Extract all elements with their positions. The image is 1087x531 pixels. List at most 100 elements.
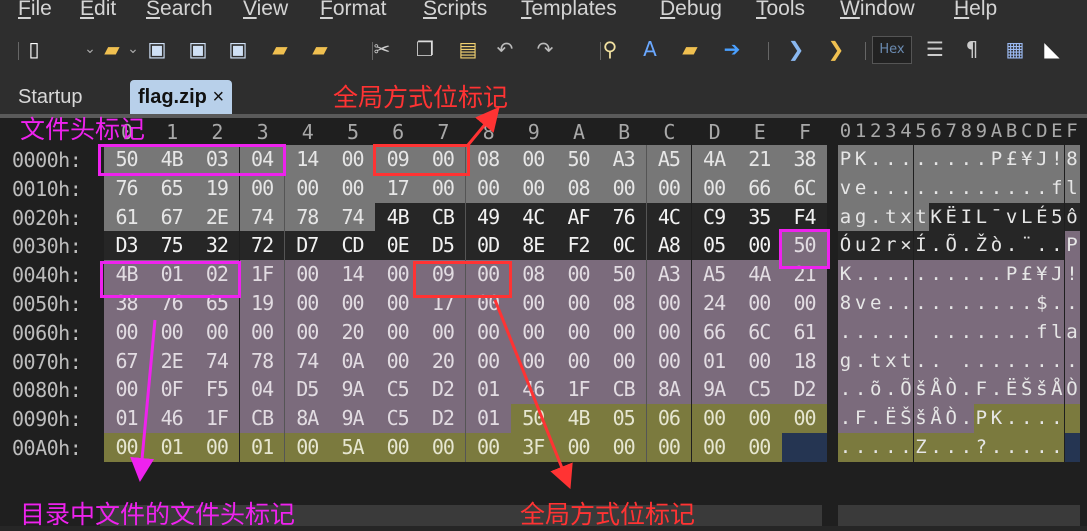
hex-byte[interactable]: 6C [782, 173, 827, 203]
hex-byte[interactable]: 00 [465, 173, 511, 203]
hex-byte[interactable]: 32 [194, 231, 240, 261]
hex-byte[interactable]: 21 [736, 145, 782, 174]
menu-templates[interactable]: Templates [521, 0, 617, 21]
hex-byte[interactable]: 00 [646, 289, 692, 318]
hex-byte[interactable]: 8A [284, 404, 330, 434]
hex-byte[interactable]: C5 [375, 375, 421, 405]
hex-byte[interactable]: C9 [691, 202, 737, 232]
find-icon[interactable]: ⚲ [598, 36, 622, 62]
hex-byte[interactable]: 14 [330, 260, 375, 290]
chevron-down-icon[interactable]: ⌄ [83, 36, 97, 62]
hex-byte[interactable]: 00 [646, 317, 692, 347]
hex-byte[interactable]: 18 [782, 346, 827, 376]
hex-editor[interactable]: 0 1 2 3 4 5 6 7 8 9 A B C D E F 0123456789ABCDEF 0000h: 50… [0, 118, 1087, 526]
hex-byte[interactable]: 61 [104, 202, 149, 232]
hex-byte[interactable]: 02 [194, 260, 240, 290]
hex-byte[interactable]: 19 [239, 289, 285, 318]
save-icon[interactable]: ▣ [145, 36, 169, 62]
hex-byte[interactable]: D3 [104, 231, 149, 261]
hex-byte[interactable]: 50 [510, 404, 556, 434]
hex-byte[interactable]: 9A [330, 404, 375, 434]
hex-byte[interactable]: 0A [330, 346, 375, 376]
ascii-row-text[interactable]: g.txt.. ........ [838, 347, 1081, 376]
hex-byte[interactable]: AF [556, 202, 601, 232]
paste-icon[interactable]: ▤ [456, 36, 480, 62]
hex-byte[interactable]: 08 [601, 289, 647, 318]
hex-byte[interactable]: 76 [104, 173, 149, 203]
hex-byte[interactable]: C5 [375, 404, 421, 434]
hex-byte[interactable]: 00 [601, 173, 647, 203]
hex-byte[interactable]: 72 [239, 231, 285, 261]
hex-byte[interactable]: 00 [104, 317, 149, 347]
hex-byte[interactable]: 00 [330, 145, 375, 174]
hex-byte[interactable]: 00 [284, 433, 330, 462]
hex-byte[interactable]: 00 [420, 433, 466, 462]
hex-byte[interactable]: D7 [284, 231, 330, 261]
hex-byte[interactable]: 01 [465, 375, 511, 405]
hex-byte[interactable]: 00 [601, 433, 647, 462]
open-multiple-icon[interactable]: ▰ [308, 36, 332, 62]
hex-byte[interactable]: 17 [375, 173, 421, 203]
tab-startup[interactable]: Startup [10, 80, 90, 114]
hex-byte[interactable]: 00 [510, 173, 556, 203]
hex-byte[interactable]: 2E [149, 346, 195, 376]
hex-byte[interactable]: CB [601, 375, 647, 405]
hex-byte[interactable]: 00 [556, 317, 601, 347]
hex-byte[interactable]: 00 [104, 375, 149, 405]
ascii-row-text[interactable]: Óu2r×Í.Õ.Žò.¨..P [838, 231, 1081, 260]
run-script-icon[interactable]: ❯ [784, 36, 808, 62]
hex-byte[interactable]: 00 [420, 145, 466, 174]
hex-byte[interactable]: 00 [736, 289, 782, 318]
hex-byte[interactable]: 74 [239, 202, 285, 232]
hex-byte[interactable]: 78 [284, 202, 330, 232]
find-in-files-icon[interactable]: ▰ [678, 36, 702, 62]
hex-byte[interactable]: 00 [510, 317, 556, 347]
hex-byte[interactable]: 00 [465, 289, 511, 318]
hex-byte[interactable]: 09 [375, 145, 421, 174]
ascii-row-text[interactable]: 8ve..........$.. [838, 289, 1081, 318]
hex-byte[interactable]: D2 [420, 404, 466, 434]
hex-byte[interactable]: 2E [194, 202, 240, 232]
hex-byte[interactable]: 49 [465, 202, 511, 232]
ascii-row-text[interactable]: ag.txtKËIL¯vLÉ5ô [838, 203, 1081, 232]
hex-byte[interactable]: 00 [510, 346, 556, 376]
hex-byte[interactable]: 4B [149, 145, 195, 174]
hex-byte[interactable]: 46 [510, 375, 556, 405]
hex-byte[interactable]: 00 [510, 145, 556, 174]
hex-byte[interactable]: 00 [420, 317, 466, 347]
hex-byte[interactable]: 01 [104, 404, 149, 434]
hex-byte[interactable]: D2 [782, 375, 827, 405]
replace-icon[interactable]: A [638, 36, 662, 62]
hex-byte[interactable]: 00 [465, 317, 511, 347]
hex-byte[interactable]: 8A [646, 375, 692, 405]
hex-byte[interactable]: 00 [375, 289, 421, 318]
hex-byte[interactable]: 00 [375, 317, 421, 347]
hex-byte[interactable]: 01 [239, 433, 285, 462]
hex-byte[interactable]: 00 [375, 260, 421, 290]
hex-byte[interactable]: 65 [194, 289, 240, 318]
menu-help[interactable]: Help [954, 0, 997, 21]
menu-window[interactable]: Window [840, 0, 915, 21]
hex-byte[interactable]: 05 [601, 404, 647, 434]
horizontal-scrollbar[interactable] [100, 505, 822, 526]
hex-byte[interactable]: 00 [284, 173, 330, 203]
hex-byte[interactable]: 14 [284, 145, 330, 174]
hex-byte[interactable]: 03 [194, 145, 240, 174]
hex-byte[interactable]: 06 [646, 404, 692, 434]
hex-byte[interactable]: 08 [510, 260, 556, 290]
menu-view[interactable]: View [243, 0, 288, 21]
save-all-icon[interactable]: ▣ [226, 36, 250, 62]
hex-byte[interactable]: 21 [782, 260, 827, 290]
hex-byte[interactable]: 00 [736, 433, 782, 462]
hex-byte[interactable]: 08 [556, 173, 601, 203]
hex-byte[interactable]: 01 [691, 346, 737, 376]
hex-byte[interactable]: 01 [149, 433, 195, 462]
run-template-icon[interactable]: ❯ [824, 36, 848, 62]
hex-byte[interactable]: 08 [465, 145, 511, 174]
hex-byte[interactable]: A3 [601, 145, 647, 174]
save-as-icon[interactable]: ▣ [186, 36, 210, 62]
hex-byte[interactable]: 00 [375, 433, 421, 462]
hex-byte[interactable]: 05 [691, 231, 737, 261]
hex-byte[interactable]: 4C [646, 202, 692, 232]
columns-icon[interactable]: ▦ [1003, 36, 1027, 62]
